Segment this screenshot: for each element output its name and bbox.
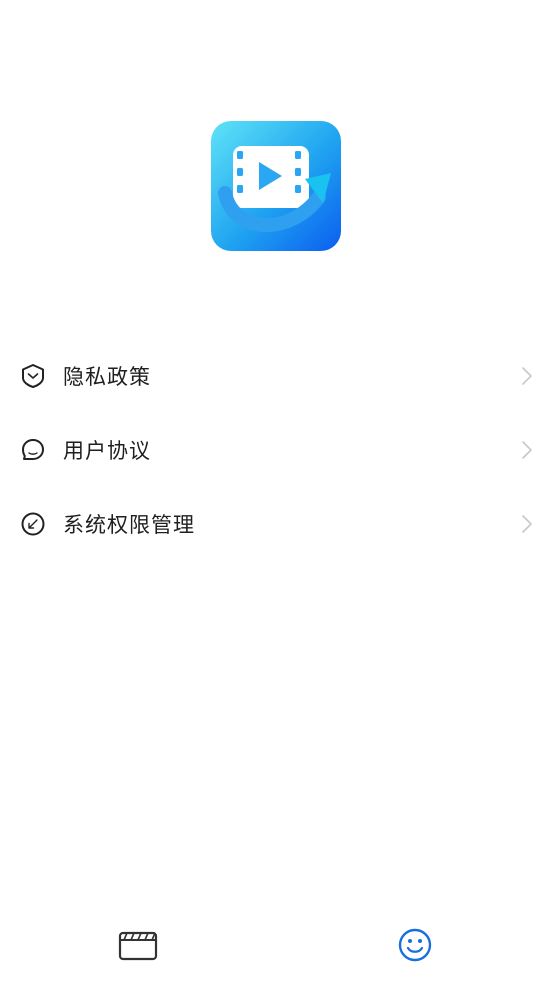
menu-item-label: 系统权限管理 [63, 513, 195, 537]
clapperboard-icon [118, 929, 158, 965]
menu-item-label: 用户协议 [63, 439, 151, 463]
tab-mine[interactable] [395, 927, 435, 967]
chevron-right-icon [520, 366, 534, 386]
menu-item-permission-management[interactable]: 系统权限管理 [0, 487, 552, 561]
smiley-icon [397, 927, 433, 967]
settings-page: 隐私政策 用户协议 系统权限管理 [0, 0, 552, 983]
bottom-tab-bar [0, 913, 552, 983]
shield-icon [20, 363, 46, 389]
tab-videos[interactable] [118, 927, 158, 967]
menu-item-label: 隐私政策 [63, 365, 151, 389]
menu-item-privacy-policy[interactable]: 隐私政策 [0, 339, 552, 413]
chat-bubble-icon [20, 437, 46, 463]
menu-item-user-agreement[interactable]: 用户协议 [0, 413, 552, 487]
app-logo [211, 121, 341, 251]
settings-menu: 隐私政策 用户协议 系统权限管理 [0, 339, 552, 561]
compass-icon [20, 511, 46, 537]
chevron-right-icon [520, 440, 534, 460]
video-convert-app-icon [211, 121, 341, 251]
chevron-right-icon [520, 514, 534, 534]
